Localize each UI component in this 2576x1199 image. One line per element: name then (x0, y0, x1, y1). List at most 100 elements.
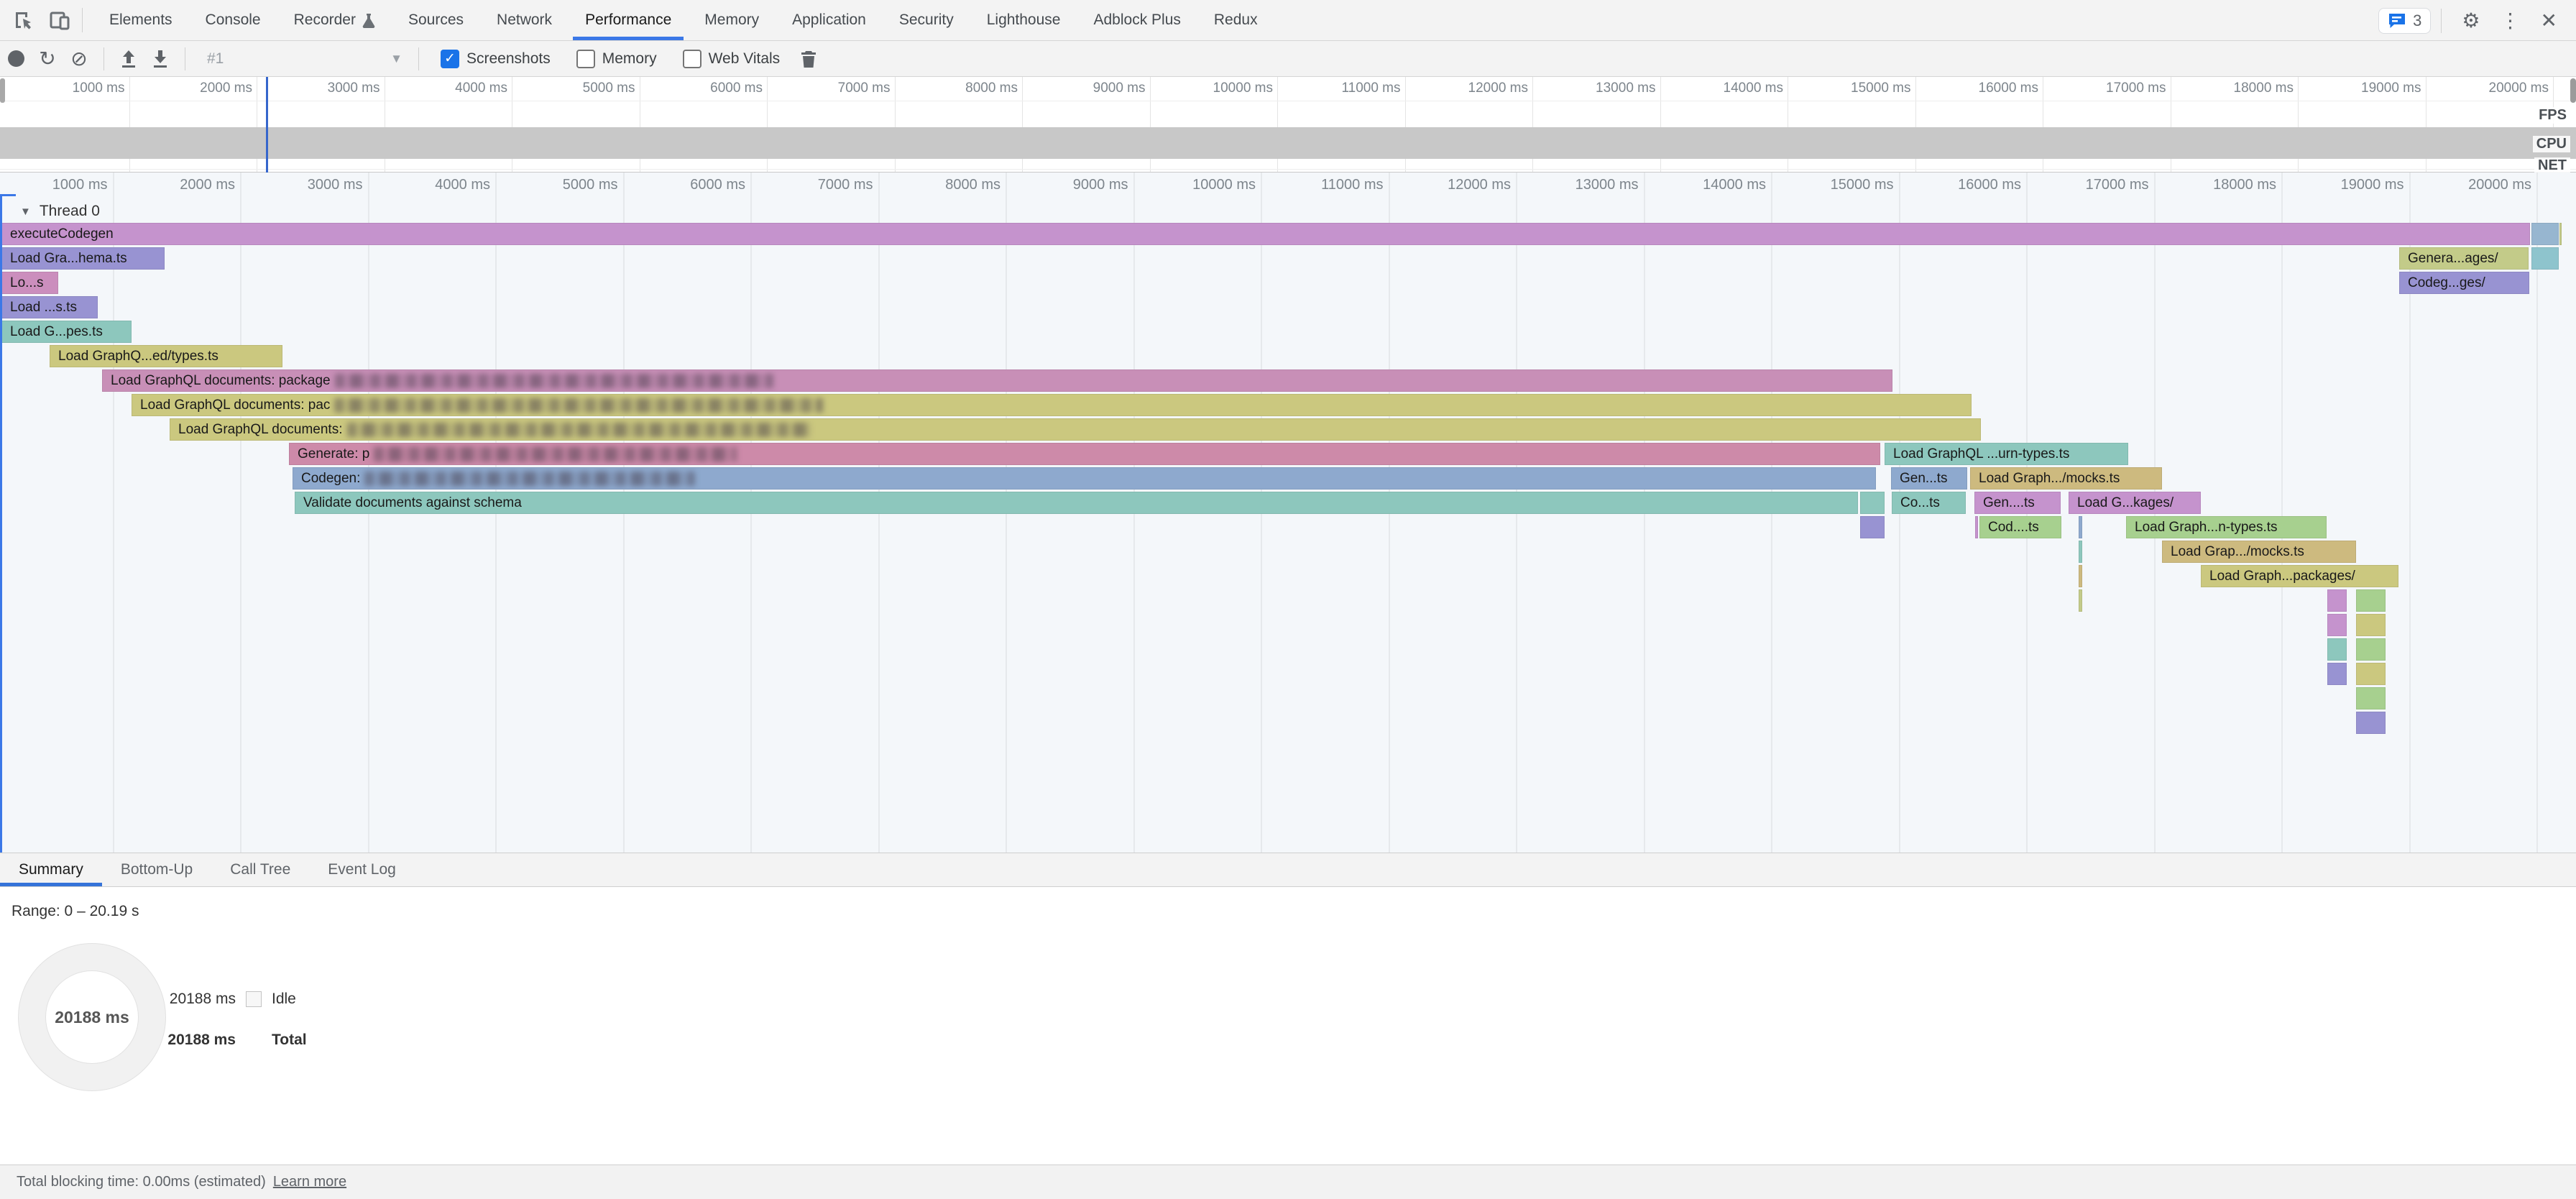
details-tab-bottom-up[interactable]: Bottom-Up (102, 853, 211, 886)
flame-event-lo-s[interactable]: Lo...s (1, 272, 58, 294)
checkbox-label: Screenshots (466, 50, 551, 68)
tab-sources[interactable]: Sources (392, 0, 480, 40)
load-profile-button[interactable] (113, 45, 144, 73)
flame-event-load-graph-mocks-ts[interactable]: Load Graph.../mocks.ts (1970, 467, 2162, 490)
flame-event[interactable] (2356, 638, 2386, 661)
flame-event-load-grap-mocks-ts[interactable]: Load Grap.../mocks.ts (2162, 541, 2356, 563)
learn-more-link[interactable]: Learn more (273, 1174, 346, 1190)
checkbox-checked-icon[interactable]: ✓ (441, 50, 459, 68)
tab-label: Console (206, 12, 261, 29)
console-messages-badge[interactable]: 3 (2378, 8, 2431, 34)
flame-event[interactable] (2079, 589, 2082, 612)
flame-event[interactable] (2531, 247, 2559, 270)
flame-event-executecodegen[interactable]: executeCodegen (1, 223, 2530, 245)
flame-event[interactable] (1975, 516, 1978, 538)
details-tab-call-tree[interactable]: Call Tree (211, 853, 309, 886)
tab-console[interactable]: Console (189, 0, 277, 40)
tab-memory[interactable]: Memory (688, 0, 776, 40)
checkbox-memory[interactable]: Memory (576, 50, 657, 68)
inspect-element-icon[interactable] (12, 8, 36, 32)
tab-network[interactable]: Network (480, 0, 569, 40)
tab-performance[interactable]: Performance (569, 0, 688, 40)
flame-event[interactable] (2356, 687, 2386, 709)
tab-adblock-plus[interactable]: Adblock Plus (1077, 0, 1197, 40)
flame-tick-label: 18000 ms (2154, 177, 2276, 193)
checkbox-screenshots[interactable]: ✓ Screenshots (441, 50, 551, 68)
flame-event[interactable] (2327, 638, 2347, 661)
flame-event-validate-documents-against-schema[interactable]: Validate documents against schema (295, 492, 1858, 514)
details-tab-summary[interactable]: Summary (0, 853, 102, 886)
flame-event-genera-ages[interactable]: Genera...ages/ (2399, 247, 2529, 270)
flame-event-gen-ts[interactable]: Gen...ts (1891, 467, 1967, 490)
flame-event[interactable] (2327, 663, 2347, 685)
flame-event-load-graphq-ed-types-ts[interactable]: Load GraphQ...ed/types.ts (50, 345, 282, 367)
flame-event-codegen[interactable]: Codegen: (293, 467, 1876, 490)
flame-event-load-gra-hema-ts[interactable]: Load Gra...hema.ts (1, 247, 165, 270)
flame-event[interactable] (2079, 565, 2082, 587)
flame-event-load-graphql-documents[interactable]: Load GraphQL documents: (170, 418, 1981, 441)
donut-total-value: 20188 ms (55, 1008, 129, 1027)
flame-event-load-graphql-documents-package[interactable]: Load GraphQL documents: package (102, 369, 1892, 392)
flame-tick-label: 19000 ms (2282, 177, 2404, 193)
thread-header[interactable]: ▼ Thread 0 (20, 200, 100, 223)
settings-gear-icon[interactable]: ⚙ (2452, 11, 2490, 31)
flame-event-co-ts[interactable]: Co...ts (1892, 492, 1966, 514)
toolbar-divider (418, 47, 419, 70)
reload-and-record-button[interactable]: ↻ (32, 45, 63, 73)
flame-event[interactable] (2327, 589, 2347, 612)
checkbox-unchecked-icon[interactable] (576, 50, 595, 68)
flame-event-load-graph-packages[interactable]: Load Graph...packages/ (2201, 565, 2398, 587)
checkbox-label: Memory (602, 50, 657, 68)
record-button[interactable] (0, 45, 32, 73)
tab-security[interactable]: Security (883, 0, 970, 40)
overview-left-handle[interactable] (0, 78, 5, 103)
save-profile-button[interactable] (144, 45, 176, 73)
tab-label: Memory (704, 12, 759, 29)
kebab-menu-icon[interactable]: ⋮ (2490, 11, 2531, 31)
trash-icon[interactable] (793, 45, 824, 73)
flame-chart[interactable]: 1000 ms2000 ms3000 ms4000 ms5000 ms6000 … (0, 173, 2576, 853)
flame-event-load-s-ts[interactable]: Load ...s.ts (1, 296, 98, 318)
flame-event[interactable] (2356, 614, 2386, 636)
flame-event-load-g-kages[interactable]: Load G...kages/ (2069, 492, 2201, 514)
flame-event[interactable] (1860, 516, 1885, 538)
flame-event[interactable] (2531, 223, 2559, 245)
flame-event-cod-ts[interactable]: Cod....ts (1979, 516, 2061, 538)
overview-scrollbar-thumb[interactable] (2570, 78, 2576, 103)
clear-button[interactable]: ⊘ (63, 45, 95, 73)
tab-application[interactable]: Application (776, 0, 883, 40)
tab-redux[interactable]: Redux (1197, 0, 1274, 40)
checkbox-unchecked-icon[interactable] (683, 50, 702, 68)
flame-event[interactable] (2327, 614, 2347, 636)
flame-event[interactable] (2079, 541, 2082, 563)
tab-recorder[interactable]: Recorder (277, 0, 392, 40)
flame-event-generate-p[interactable]: Generate: p (289, 443, 1880, 465)
checkbox-web-vitals[interactable]: Web Vitals (683, 50, 781, 68)
flame-event-load-g-pes-ts[interactable]: Load G...pes.ts (1, 321, 132, 343)
flame-event-load-graph-n-types-ts[interactable]: Load Graph...n-types.ts (2126, 516, 2327, 538)
flame-event[interactable] (1860, 492, 1885, 514)
overview-time-marker[interactable] (266, 77, 268, 173)
collapse-triangle-icon[interactable]: ▼ (20, 206, 31, 218)
flame-event[interactable] (2559, 223, 2562, 245)
flame-event-load-graphql-urn-types-ts[interactable]: Load GraphQL ...urn-types.ts (1885, 443, 2128, 465)
timeline-overview[interactable]: 1000 ms2000 ms3000 ms4000 ms5000 ms6000 … (0, 77, 2576, 173)
flame-event[interactable] (2356, 589, 2386, 612)
device-toolbar-icon[interactable] (47, 8, 72, 32)
fps-lane-label: FPS (2535, 107, 2570, 124)
tab-elements[interactable]: Elements (93, 0, 189, 40)
flame-tick-label: 1000 ms (0, 177, 108, 193)
flame-event-gen-ts[interactable]: Gen....ts (1974, 492, 2061, 514)
flame-event[interactable] (2356, 712, 2386, 734)
history-select[interactable]: #1 ▼ (194, 45, 410, 73)
flame-event-codeg-ges[interactable]: Codeg...ges/ (2399, 272, 2529, 294)
flame-tick-label: 11000 ms (1261, 177, 1384, 193)
details-tab-event-log[interactable]: Event Log (309, 853, 415, 886)
close-icon[interactable]: ✕ (2531, 11, 2567, 31)
tab-lighthouse[interactable]: Lighthouse (970, 0, 1077, 40)
flame-event[interactable] (2356, 663, 2386, 685)
flame-tick-label: 12000 ms (1389, 177, 1511, 193)
flame-event[interactable] (2079, 516, 2082, 538)
overview-tick-label: 17000 ms (2044, 81, 2166, 96)
flame-event-load-graphql-documents-pac[interactable]: Load GraphQL documents: pac (132, 394, 1972, 416)
